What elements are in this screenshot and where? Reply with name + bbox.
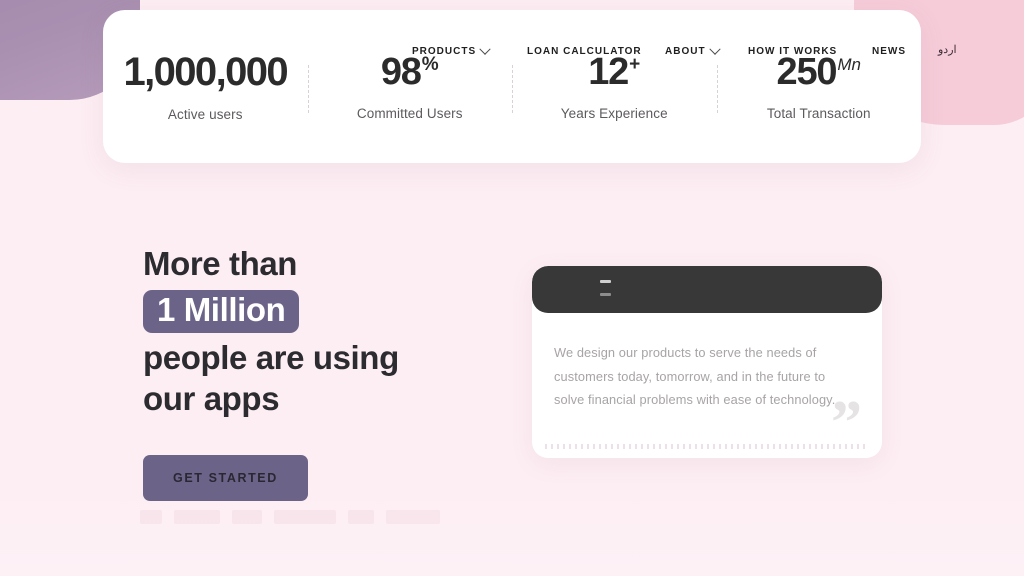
nav-item-label: NEWS — [872, 46, 906, 57]
stat-item-total-transaction: 250Mn Total Transaction — [716, 53, 922, 121]
hero-line-3: people are using — [143, 338, 399, 376]
testimonial-card-header — [532, 266, 882, 313]
stat-number: 1,000,000 — [123, 49, 288, 94]
ghost-block — [140, 510, 162, 524]
stat-item-active-users: 1,000,000 Active users — [103, 52, 308, 122]
stats-card: 1,000,000 Active users 98% Committed Use… — [103, 10, 921, 163]
nav-item-label: LOAN CALCULATOR — [527, 46, 642, 57]
stat-label: Total Transaction — [766, 105, 871, 121]
ghost-block — [274, 510, 336, 524]
language-switcher-urdu[interactable]: اردو — [938, 43, 957, 56]
header-mark-line-1 — [600, 280, 611, 283]
stat-value: 250Mn — [777, 53, 861, 91]
nav-item-loan-calculator[interactable]: LOAN CALCULATOR — [527, 46, 642, 57]
header-mark-line-2 — [600, 293, 611, 296]
background-ghost-row — [140, 510, 500, 524]
page-title: More than 1 Million people are using our… — [143, 243, 523, 419]
stat-value: 12+ — [588, 53, 640, 91]
nav-item-label: PRODUCTS — [412, 46, 477, 57]
testimonial-card: We design our products to serve the need… — [532, 266, 882, 458]
testimonial-body: We design our products to serve the need… — [532, 313, 882, 458]
nav-item-how-it-works[interactable]: HOW IT WORKS — [748, 46, 837, 57]
stat-value: 98% — [381, 53, 439, 91]
hero-line-1: More than — [143, 245, 298, 282]
stat-item-years-experience: 12+ Years Experience — [512, 53, 717, 121]
hero-section: More than 1 Million people are using our… — [143, 243, 523, 502]
ghost-block — [386, 510, 440, 524]
nav-item-products[interactable]: PRODUCTS — [412, 43, 491, 57]
stat-item-committed-users: 98% Committed Users — [307, 53, 513, 121]
ghost-block — [348, 510, 374, 524]
nav-item-label: ABOUT — [665, 46, 706, 57]
ghost-block — [232, 510, 262, 524]
hero-highlight-badge: 1 Million — [143, 290, 300, 333]
hero-line-4: our apps — [143, 380, 280, 418]
ghost-block — [174, 510, 220, 524]
nav-item-about[interactable]: ABOUT — [665, 43, 721, 57]
stat-label: Committed Users — [356, 105, 463, 121]
stat-suffix: Mn — [837, 54, 861, 74]
nav-item-label: HOW IT WORKS — [748, 46, 838, 57]
stat-label: Years Experience — [560, 105, 668, 121]
get-started-button[interactable]: GET STARTED — [143, 455, 308, 502]
testimonial-text: We design our products to serve the need… — [554, 345, 836, 408]
testimonial-card-edge-texture — [545, 444, 865, 449]
nav-item-news[interactable]: NEWS — [872, 46, 906, 57]
stat-value: 1,000,000 — [123, 49, 288, 94]
stat-label: Active users — [167, 106, 243, 122]
